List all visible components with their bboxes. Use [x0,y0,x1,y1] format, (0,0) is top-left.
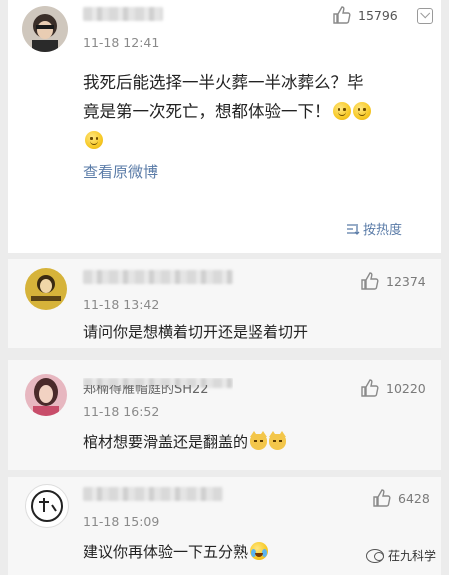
cat-emoji-icon [269,431,287,450]
avatar[interactable] [22,6,68,52]
like-button[interactable]: 10220 [360,378,426,398]
reply-text: 建议你再体验一下五分熟 [83,541,269,562]
username-partial: 郑楠得雁帽庭的SH22 [83,378,233,394]
main-comment-card: 11-18 12:41 15796 我死后能选择一半火葬一半冰葬么？毕 竟是第一… [8,0,441,253]
reply-item: 郑楠得雁帽庭的SH22 11-18 16:52 10220 棺材想要滑盖还是翻盖… [8,360,441,470]
reply-text: 请问你是想横着切开还是竖着切开 [83,323,309,341]
avatar[interactable] [25,484,69,528]
like-count: 6428 [398,490,430,506]
like-count: 10220 [386,380,426,396]
reply-item: 11-18 15:09 6428 建议你再体验一下五分熟 茌九科学 [8,477,441,575]
like-count: 12374 [386,273,426,289]
tears-of-joy-emoji-icon [250,542,269,560]
view-original-link[interactable]: 查看原微博 [83,161,158,182]
reply-item: 11-18 13:42 12374 请问你是想横着切开还是竖着切开 [8,259,441,348]
like-count: 15796 [358,7,398,23]
sort-label: 按热度 [363,223,403,238]
cat-emoji-icon [250,431,268,450]
username-redacted [83,270,233,284]
reply-time: 11-18 15:09 [83,514,160,529]
thumbs-up-icon [333,6,351,24]
sort-by-hot-button[interactable]: 按热度 [346,219,402,238]
like-button[interactable]: 12374 [360,271,426,291]
watermark: 茌九科学 [366,547,436,564]
username-redacted [83,487,223,501]
comment-text: 我死后能选择一半火葬一半冰葬么？毕 竟是第一次死亡，想都体验一下！ [83,68,433,155]
comment-line-3 [83,126,433,155]
smile-emoji-icon [352,102,371,120]
smile-emoji-icon [85,131,103,149]
watermark-text: 茌九科学 [388,549,437,563]
comment-time: 11-18 12:41 [83,35,160,50]
reply-time: 11-18 13:42 [83,297,160,312]
comment-line-2: 竟是第一次死亡，想都体验一下！ [83,97,433,126]
username-redacted [83,7,163,21]
reply-text: 棺材想要滑盖还是翻盖的 [83,431,287,452]
thumbs-up-icon [373,489,391,507]
reply-time: 11-18 16:52 [83,404,160,419]
avatar[interactable] [25,268,67,310]
smile-emoji-icon [332,102,351,120]
like-button[interactable]: 15796 [332,5,398,25]
wechat-icon [366,548,384,563]
thumbs-up-icon [361,272,379,290]
sort-icon [347,223,360,235]
like-button[interactable]: 6428 [372,488,430,508]
more-menu-icon[interactable] [417,8,433,24]
thumbs-up-icon [361,379,379,397]
avatar[interactable] [25,374,67,416]
comment-line-1: 我死后能选择一半火葬一半冰葬么？毕 [83,73,364,92]
